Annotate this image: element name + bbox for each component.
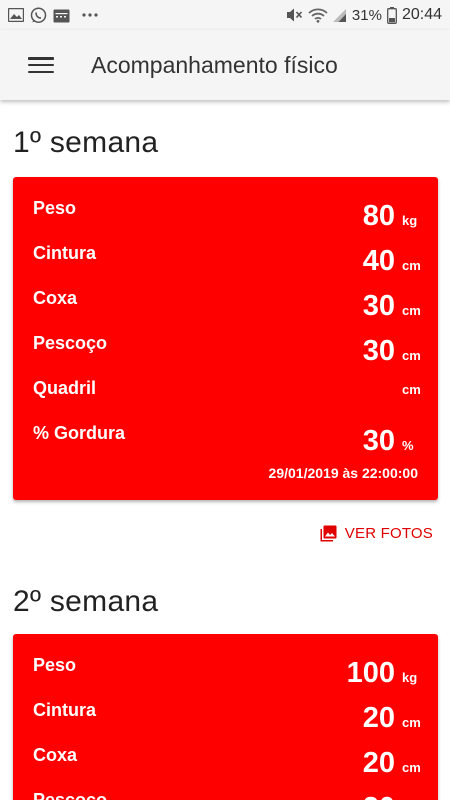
signal-icon bbox=[332, 8, 347, 23]
page-title: Acompanhamento físico bbox=[91, 51, 338, 78]
status-bar: 31% 20:44 bbox=[0, 0, 450, 30]
mute-icon bbox=[286, 7, 303, 23]
metric-label: Quadril bbox=[33, 378, 97, 398]
metric-label: % Gordura bbox=[33, 423, 126, 443]
metric-row-coxa: Coxa 30 cm bbox=[13, 288, 438, 333]
metric-row-coxa: Coxa 20 cm bbox=[13, 745, 438, 790]
clock: 20:44 bbox=[401, 6, 442, 23]
metric-label: Pescoço bbox=[33, 333, 108, 353]
metric-label: Peso bbox=[33, 198, 77, 218]
metric-label: Coxa bbox=[33, 288, 78, 308]
metric-row-pescoco: Pescoço 30 cm bbox=[13, 333, 438, 378]
metric-value: 20 bbox=[362, 747, 395, 779]
metric-row-cintura: Cintura 40 cm bbox=[13, 243, 438, 288]
wifi-icon bbox=[308, 8, 328, 23]
metric-unit: % bbox=[402, 438, 414, 453]
week-1-title: 1º semana bbox=[13, 126, 159, 159]
metric-value: 20 bbox=[362, 702, 395, 734]
metric-row-cintura: Cintura 20 cm bbox=[13, 700, 438, 745]
metric-unit: cm bbox=[402, 760, 421, 775]
menu-icon[interactable] bbox=[27, 54, 55, 76]
metric-value: 30 bbox=[362, 335, 395, 367]
metric-unit: cm bbox=[402, 303, 421, 318]
ver-fotos-button[interactable]: VER FOTOS bbox=[319, 524, 433, 543]
measurement-date: 29/01/2019 às 22:00:00 bbox=[268, 465, 418, 481]
metric-value: 20 bbox=[363, 794, 395, 800]
metric-value: 30 bbox=[362, 290, 395, 322]
metric-value: 100 bbox=[346, 657, 395, 689]
metric-unit: kg bbox=[402, 670, 418, 685]
metric-label: Coxa bbox=[33, 745, 78, 765]
photo-library-icon bbox=[319, 524, 338, 543]
metric-label: Peso bbox=[33, 655, 77, 675]
metric-row-quadril: Quadril cm bbox=[13, 378, 438, 423]
week-2-title: 2º semana bbox=[13, 585, 159, 618]
battery-percentage: 31% bbox=[351, 6, 382, 24]
metric-row-peso: Peso 100 kg bbox=[13, 655, 438, 700]
metric-value: 80 bbox=[362, 200, 395, 232]
calendar-icon bbox=[53, 8, 70, 23]
image-icon bbox=[8, 8, 24, 22]
metric-value: 30 bbox=[362, 425, 395, 457]
app-bar: Acompanhamento físico bbox=[0, 30, 450, 100]
metric-unit: cm bbox=[402, 382, 421, 397]
metric-row-pescoco: Pescoço 20cm bbox=[13, 790, 438, 800]
more-icon bbox=[82, 13, 98, 17]
metric-label: Cintura bbox=[33, 243, 96, 263]
metric-unit: cm bbox=[402, 348, 421, 363]
whatsapp-icon bbox=[30, 6, 47, 24]
battery-icon bbox=[387, 6, 397, 24]
metric-label: Pescoço bbox=[33, 790, 108, 800]
metric-label: Cintura bbox=[33, 700, 96, 720]
metric-unit: kg bbox=[402, 213, 418, 228]
metric-unit: cm bbox=[402, 715, 421, 730]
metric-row-gordura: % Gordura 30% bbox=[13, 423, 438, 468]
metric-value: 40 bbox=[362, 245, 395, 277]
ver-fotos-label: VER FOTOS bbox=[344, 525, 433, 542]
metric-row-peso: Peso 80 kg bbox=[13, 198, 438, 243]
week-1-card[interactable]: Peso 80 kg Cintura 40 cm Coxa 30 cm Pescoço… bbox=[13, 177, 438, 500]
metric-unit: cm bbox=[402, 258, 421, 273]
week-2-card[interactable]: Peso 100 kg Cintura 20 cm Coxa 20 cm Pescoç… bbox=[13, 634, 438, 800]
notification-icons bbox=[8, 6, 98, 24]
